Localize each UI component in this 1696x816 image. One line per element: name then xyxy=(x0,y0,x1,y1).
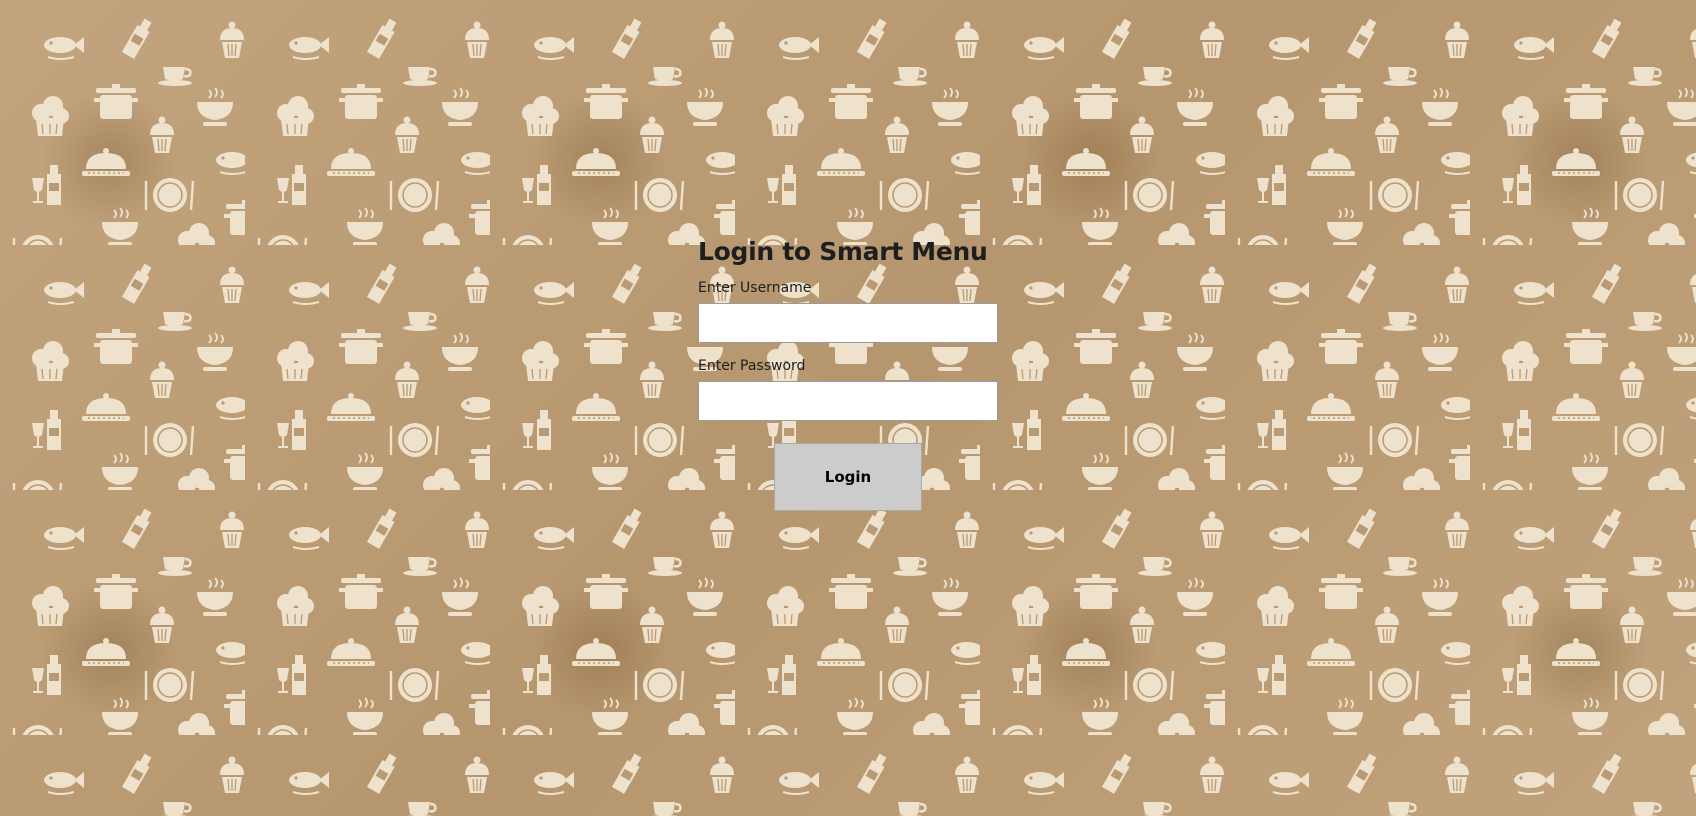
password-input[interactable] xyxy=(698,381,998,421)
username-label: Enter Username xyxy=(698,280,812,296)
page-title: Login to Smart Menu xyxy=(698,237,988,266)
login-button[interactable]: Login xyxy=(774,443,922,511)
login-panel: Login to Smart Menu Enter Username Enter… xyxy=(698,232,998,511)
password-label: Enter Password xyxy=(698,358,806,374)
username-input[interactable] xyxy=(698,303,998,343)
